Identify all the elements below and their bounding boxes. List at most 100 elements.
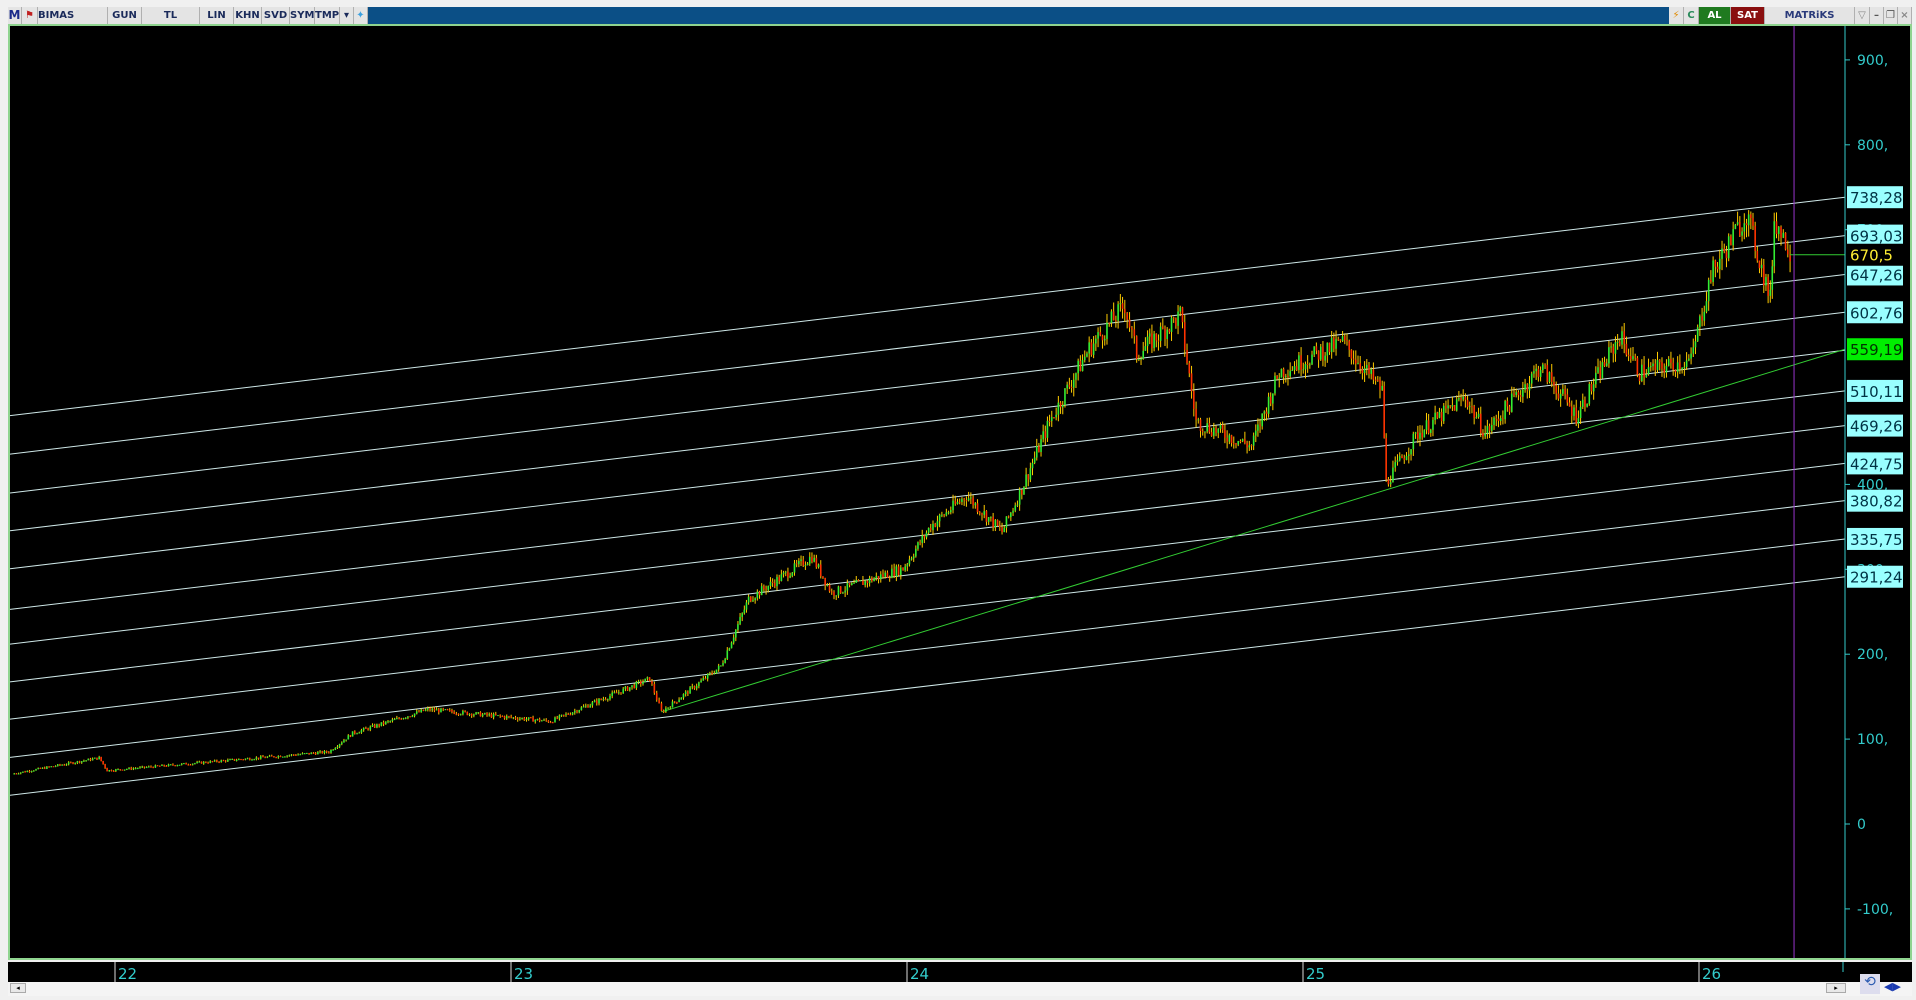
candle [1232, 443, 1235, 445]
candle [1097, 332, 1099, 339]
candle [1725, 251, 1728, 259]
candle [1079, 360, 1082, 372]
candle [508, 716, 510, 718]
candle [906, 564, 909, 567]
scroll-left-button[interactable]: ◂ [10, 983, 26, 993]
minimize-icon[interactable]: – [1870, 7, 1884, 24]
candle [477, 712, 480, 714]
candle [424, 709, 427, 711]
candle [1313, 346, 1315, 355]
candle [1326, 342, 1329, 356]
twitter-icon[interactable]: ✦ [354, 7, 368, 24]
candle [1265, 411, 1268, 414]
candle [50, 766, 53, 768]
candle [139, 767, 141, 769]
y-tick-label: 0 [1857, 817, 1866, 833]
horizontal-scrollbar[interactable]: ◂ ▸ ⟲ ◀▶ [8, 974, 1912, 996]
candle [589, 705, 591, 708]
tmp-button[interactable]: TMP [315, 7, 340, 24]
candle [1188, 363, 1191, 374]
candle [314, 753, 317, 755]
candle [784, 571, 787, 573]
candle [611, 692, 613, 696]
candle [726, 650, 729, 660]
currency-button[interactable]: TL [142, 7, 200, 24]
candle [98, 756, 100, 760]
close-icon[interactable]: × [1898, 7, 1912, 24]
matriks-logo[interactable]: M [8, 7, 22, 24]
candle [864, 580, 866, 585]
candle [83, 760, 85, 762]
candle [1366, 365, 1368, 369]
candle [1647, 367, 1650, 375]
candle [387, 721, 389, 723]
candle [1304, 364, 1307, 370]
candle [100, 756, 102, 761]
candle [1667, 358, 1670, 366]
candle [43, 767, 46, 769]
candle [303, 753, 306, 755]
candle [1451, 405, 1454, 407]
candle [1048, 420, 1051, 422]
khn-button[interactable]: KHN [234, 7, 262, 24]
restore-icon[interactable]: ❐ [1884, 7, 1898, 24]
candle [1597, 367, 1599, 373]
candle [167, 764, 170, 767]
menu-triangle-icon[interactable]: ▽ [1855, 7, 1870, 24]
candle [1092, 343, 1095, 355]
candle [1083, 356, 1086, 361]
price-chart-panel[interactable]: 900,800,700,400,300,200,100,0-100,738,28… [8, 24, 1912, 960]
svd-button[interactable]: SVD [262, 7, 290, 24]
candle [1488, 426, 1491, 431]
candle [556, 717, 558, 719]
candle [851, 583, 853, 586]
sync-icon[interactable]: ⟲ [1860, 974, 1880, 994]
candle [754, 598, 756, 601]
nav-arrows-icon[interactable]: ◀▶ [1884, 980, 1908, 994]
candle [1734, 224, 1737, 230]
candle [1086, 353, 1088, 357]
candle [180, 763, 183, 765]
candle [61, 764, 63, 766]
refresh-button[interactable]: C [1684, 7, 1699, 24]
candlestick-chart[interactable]: 900,800,700,400,300,200,100,0-100,738,28… [9, 26, 1910, 958]
candle [1287, 375, 1289, 377]
candle [1432, 419, 1434, 430]
buy-button[interactable]: AL [1699, 7, 1731, 24]
candle [19, 772, 22, 774]
candle [1206, 423, 1208, 432]
candle [1688, 358, 1690, 361]
candle [1522, 389, 1524, 397]
candle [1061, 404, 1064, 408]
candle [117, 769, 119, 771]
candle [152, 766, 154, 768]
candle [1344, 336, 1346, 341]
channel-line [9, 538, 1846, 758]
scroll-right-button[interactable]: ▸ [1826, 983, 1846, 993]
scale-button[interactable]: LIN [200, 7, 234, 24]
candle [89, 758, 92, 761]
symbol-field[interactable]: BIMAS [38, 7, 108, 24]
dropdown-arrow-icon[interactable]: ▾ [340, 7, 354, 24]
candle [290, 754, 293, 756]
candle [1235, 443, 1237, 445]
sym-button[interactable]: SYM [290, 7, 315, 24]
candle [580, 707, 583, 711]
sell-button[interactable]: SAT [1731, 7, 1765, 24]
candle [665, 708, 667, 712]
candle [1146, 336, 1149, 347]
candle [1239, 441, 1242, 443]
candle [1599, 367, 1601, 379]
candle [1361, 368, 1364, 374]
candle [1718, 258, 1721, 270]
candle [1754, 225, 1756, 252]
candle [1436, 412, 1439, 418]
candle [793, 563, 796, 573]
candle [1681, 367, 1683, 370]
lightning-icon[interactable]: ⚡ [1669, 7, 1684, 24]
candle [270, 755, 273, 757]
period-button[interactable]: GUN [108, 7, 142, 24]
channel-line [9, 390, 1846, 610]
candle [349, 735, 352, 737]
candle [1055, 414, 1057, 418]
